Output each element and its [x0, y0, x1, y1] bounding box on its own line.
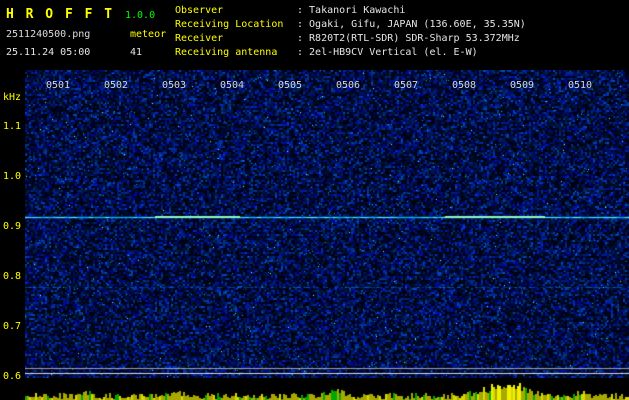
date-row: 25.11.24 05:00 41 — [6, 40, 142, 59]
station-info: Observer : Takanori Kawachi Receiving Lo… — [175, 4, 625, 60]
time-label: 0507 — [394, 80, 419, 91]
freq-tick-label: 0.6 — [3, 371, 22, 382]
echo-count: 41 — [130, 47, 143, 58]
observer-value: : Takanori Kawachi — [297, 5, 406, 16]
location-value: : Ogaki, Gifu, JAPAN (136.60E, 35.35N) — [297, 19, 526, 30]
antenna-value: : 2el-HB9CV Vertical (el. E-W) — [297, 47, 478, 58]
time-label: 0505 — [278, 80, 303, 91]
freq-tick-label: 1.0 — [3, 171, 22, 182]
signal-level-bars-canvas — [25, 378, 629, 400]
freq-tick-label: 0.8 — [3, 271, 22, 282]
app-title: H R O F F T — [6, 7, 115, 22]
spectrogram-noise-canvas — [25, 70, 629, 378]
datetime-label: 25.11.24 05:00 — [6, 47, 91, 58]
location-label: Receiving Location — [175, 19, 284, 30]
time-label: 0504 — [220, 80, 245, 91]
time-label: 0502 — [104, 80, 129, 91]
title-row: H R O F F T 1.0.0 — [6, 3, 155, 22]
time-label: 0501 — [46, 80, 71, 91]
freq-tick-label: 1.1 — [3, 121, 22, 132]
time-label: 0510 — [568, 80, 593, 91]
receiver-label: Receiver — [175, 33, 224, 44]
freq-unit-label: kHz — [3, 92, 22, 103]
freq-tick-label: 0.7 — [3, 321, 22, 332]
time-label: 0509 — [510, 80, 535, 91]
hrofft-window: H R O F F T 1.0.0 2511240500.png meteor … — [0, 0, 629, 400]
app-version: 1.0.0 — [125, 10, 156, 21]
antenna-row: Receiving antenna : 2el-HB9CV Vertical (… — [175, 46, 625, 60]
time-label: 0503 — [162, 80, 187, 91]
time-label: 0506 — [336, 80, 361, 91]
location-row: Receiving Location : Ogaki, Gifu, JAPAN … — [175, 18, 625, 32]
receiver-row: Receiver : R820T2(RTL-SDR) SDR-Sharp 53.… — [175, 32, 625, 46]
freq-tick-label: 0.9 — [3, 221, 22, 232]
time-label: 0508 — [452, 80, 477, 91]
mode-label: meteor — [130, 29, 167, 40]
receiver-value: : R820T2(RTL-SDR) SDR-Sharp 53.372MHz — [297, 33, 520, 44]
observer-row: Observer : Takanori Kawachi — [175, 4, 625, 18]
observer-label: Observer — [175, 5, 224, 16]
output-filename: 2511240500.png — [6, 29, 91, 40]
file-row: 2511240500.png meteor — [6, 22, 166, 41]
antenna-label: Receiving antenna — [175, 47, 278, 58]
